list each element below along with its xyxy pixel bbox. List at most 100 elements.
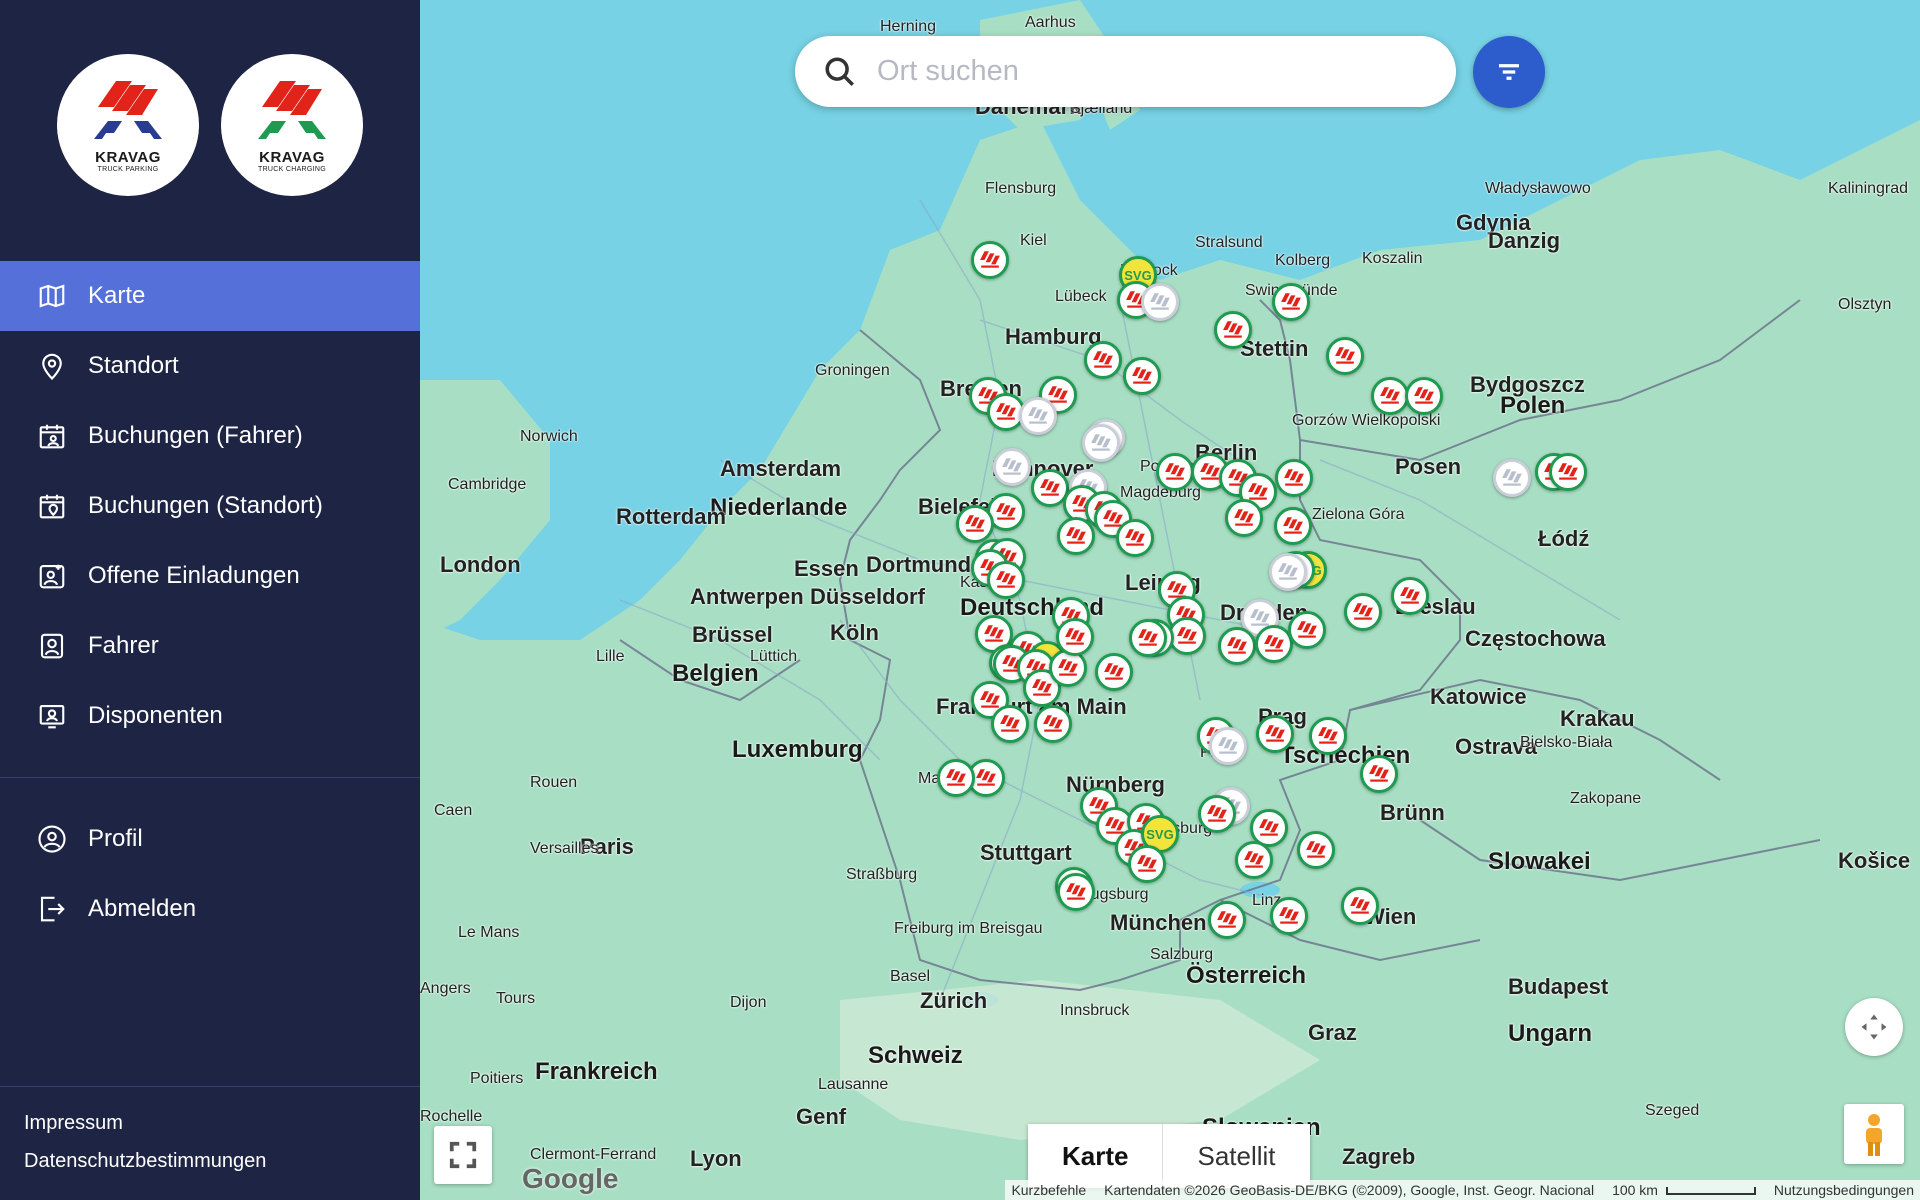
- truck-parking-marker[interactable]: [1371, 377, 1409, 415]
- truck-parking-marker[interactable]: [1275, 459, 1313, 497]
- nav-item-buchungen-fahrer[interactable]: Buchungen (Fahrer): [0, 401, 420, 471]
- truck-parking-marker[interactable]: [1309, 717, 1347, 755]
- truck-parking-marker[interactable]: [1057, 517, 1095, 555]
- truck-parking-marker[interactable]: [1405, 377, 1443, 415]
- inactive-parking-marker[interactable]: [1269, 553, 1307, 591]
- pan-arrows-icon: [1861, 1014, 1887, 1040]
- inactive-parking-marker[interactable]: [993, 448, 1031, 486]
- truck-parking-marker[interactable]: [1156, 453, 1194, 491]
- filter-button[interactable]: [1473, 36, 1545, 108]
- truck-parking-marker[interactable]: [1344, 593, 1382, 631]
- truck-parking-marker[interactable]: [1360, 755, 1398, 793]
- map-place-label: Olsztyn: [1838, 296, 1892, 313]
- truck-parking-marker[interactable]: [1225, 499, 1263, 537]
- truck-parking-marker[interactable]: [1256, 715, 1294, 753]
- datenschutz-link[interactable]: Datenschutzbestimmungen: [24, 1142, 266, 1180]
- fullscreen-icon: [449, 1141, 477, 1169]
- truck-parking-marker[interactable]: [1084, 341, 1122, 379]
- map-place-label: Zielona Góra: [1312, 506, 1405, 523]
- nav-item-fahrer[interactable]: Fahrer: [0, 611, 420, 681]
- truck-parking-marker[interactable]: [1129, 619, 1167, 657]
- map-place-label: Polen: [1500, 392, 1566, 419]
- keyboard-shortcuts-link[interactable]: Kurzbefehle: [1011, 1182, 1086, 1198]
- truck-parking-marker[interactable]: [1095, 653, 1133, 691]
- map-place-label: Kolberg: [1275, 252, 1331, 269]
- map-type-karte[interactable]: Karte: [1028, 1124, 1164, 1188]
- truck-parking-marker[interactable]: [991, 705, 1029, 743]
- nav-item-karte[interactable]: Karte: [0, 261, 420, 331]
- map-place-label: Groningen: [815, 362, 890, 379]
- map-place-label: Stettin: [1240, 336, 1309, 361]
- map-place-label: Amsterdam: [720, 456, 842, 481]
- truck-parking-marker[interactable]: [956, 505, 994, 543]
- calendar-person-icon: [36, 420, 68, 452]
- inactive-parking-marker[interactable]: [1493, 459, 1531, 497]
- truck-parking-marker[interactable]: [1288, 611, 1326, 649]
- truck-parking-marker[interactable]: [1274, 507, 1312, 545]
- truck-parking-marker[interactable]: [1057, 873, 1095, 911]
- map-place-label: Władysławowo: [1485, 180, 1591, 197]
- nav-item-profil[interactable]: Profil: [0, 804, 420, 874]
- truck-parking-marker[interactable]: [937, 759, 975, 797]
- truck-parking-marker[interactable]: [1270, 897, 1308, 935]
- map-place-label: London: [440, 552, 521, 577]
- account-nav: Profil Abmelden: [0, 804, 420, 944]
- truck-parking-marker[interactable]: [987, 561, 1025, 599]
- truck-parking-marker[interactable]: [1116, 519, 1154, 557]
- map-place-label: Hamburg: [1005, 324, 1102, 349]
- truck-parking-marker[interactable]: [1235, 841, 1273, 879]
- map-place-label: Łódź: [1538, 526, 1590, 551]
- logout-icon: [36, 893, 68, 925]
- truck-parking-marker[interactable]: [1341, 887, 1379, 925]
- map-place-label: Bielsko-Biała: [1520, 734, 1613, 751]
- map-type-satellit[interactable]: Satellit: [1163, 1124, 1309, 1188]
- map-place-label: Posen: [1395, 454, 1462, 479]
- inactive-parking-marker[interactable]: [1141, 283, 1179, 321]
- truck-parking-marker[interactable]: [1208, 901, 1246, 939]
- truck-parking-marker[interactable]: [1272, 283, 1310, 321]
- map-view[interactable]: HerningAarhusDänemarkSjællandFlensburgKi…: [420, 0, 1920, 1200]
- kravag-truck-charging-logo[interactable]: KRAVAG TRUCK CHARGING: [221, 54, 363, 196]
- truck-parking-marker[interactable]: [1056, 618, 1094, 656]
- truck-parking-marker[interactable]: [1218, 627, 1256, 665]
- person-monitor-icon: [36, 700, 68, 732]
- truck-parking-marker[interactable]: [971, 241, 1009, 279]
- nav-label: Abmelden: [88, 895, 197, 922]
- search-input[interactable]: [877, 55, 1417, 88]
- fullscreen-button[interactable]: [434, 1126, 492, 1184]
- logo-area: KRAVAG TRUCK PARKING KRAVAG TRUCK CHARGI…: [0, 0, 420, 260]
- truck-parking-marker[interactable]: [1326, 337, 1364, 375]
- truck-parking-marker[interactable]: [1391, 577, 1429, 615]
- nav-item-abmelden[interactable]: Abmelden: [0, 874, 420, 944]
- truck-parking-marker[interactable]: [1549, 453, 1587, 491]
- inactive-parking-marker[interactable]: [1082, 424, 1120, 462]
- kravag-truck-parking-logo[interactable]: KRAVAG TRUCK PARKING: [57, 54, 199, 196]
- nav-item-disponenten[interactable]: Disponenten: [0, 681, 420, 751]
- truck-parking-marker[interactable]: [1123, 357, 1161, 395]
- map-place-label: Clermont-Ferrand: [530, 1146, 657, 1163]
- truck-parking-marker[interactable]: [1128, 845, 1166, 883]
- map-place-label: Österreich: [1186, 962, 1307, 989]
- footer-links: Impressum Datenschutzbestimmungen: [24, 1104, 266, 1180]
- map-place-label: Ungarn: [1508, 1020, 1592, 1047]
- terms-link[interactable]: Nutzungsbedingungen: [1774, 1182, 1914, 1198]
- inactive-parking-marker[interactable]: [1019, 397, 1057, 435]
- truck-parking-marker[interactable]: [1198, 795, 1236, 833]
- map-place-label: Budapest: [1508, 974, 1609, 999]
- map-orientation-control[interactable]: [1845, 998, 1903, 1056]
- map-place-label: Stralsund: [1195, 234, 1263, 251]
- nav-item-standort[interactable]: Standort: [0, 331, 420, 401]
- nav-item-buchungen-standort[interactable]: Buchungen (Standort): [0, 471, 420, 541]
- map-place-label: Flensburg: [985, 180, 1057, 197]
- truck-parking-marker[interactable]: [1034, 705, 1072, 743]
- calendar-pin-icon: [36, 490, 68, 522]
- map-place-label: Köln: [830, 620, 879, 645]
- inactive-parking-marker[interactable]: [1209, 727, 1247, 765]
- street-view-pegman[interactable]: [1844, 1104, 1904, 1164]
- truck-parking-marker[interactable]: [1214, 311, 1252, 349]
- map-place-label: Niederlande: [710, 494, 848, 521]
- truck-parking-marker[interactable]: [1297, 831, 1335, 869]
- impressum-link[interactable]: Impressum: [24, 1104, 266, 1142]
- nav-item-offene-einladungen[interactable]: Offene Einladungen: [0, 541, 420, 611]
- logo-name: KRAVAG: [259, 149, 325, 166]
